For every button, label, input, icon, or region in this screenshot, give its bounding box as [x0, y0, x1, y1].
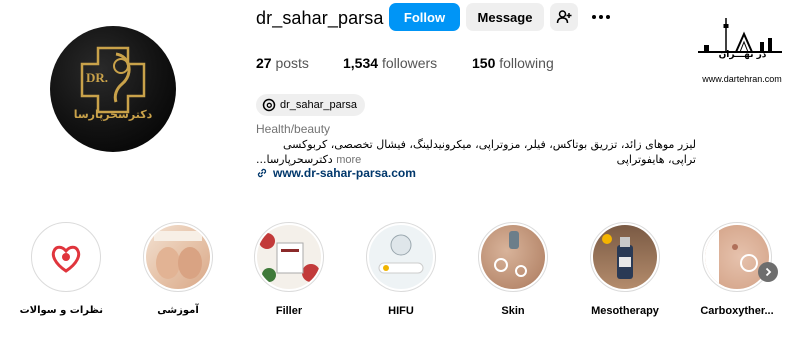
following-label: following [499, 55, 554, 71]
posts-label: posts [275, 55, 309, 71]
highlight-label: آموزشی [157, 305, 199, 316]
avatar-logo-icon [80, 46, 146, 114]
threads-handle: dr_sahar_parsa [280, 99, 358, 111]
followers-count: 1,534 [343, 55, 379, 71]
watermark-caption: در تهـــران [718, 50, 767, 60]
heart-icon [51, 245, 81, 273]
posts-stat: 27 posts [256, 55, 309, 71]
highlight-item[interactable]: Mesotherapy [588, 222, 662, 317]
highlight-cover [31, 222, 101, 292]
profile-avatar[interactable]: DR. دکترسحرپارسا [50, 26, 176, 152]
highlight-label: Carboxyther... [700, 305, 774, 317]
highlight-cover [590, 222, 660, 292]
avatar-monogram: DR. [86, 70, 109, 85]
following-stat[interactable]: 150 following [472, 55, 554, 71]
following-count: 150 [472, 55, 496, 71]
bio-line2: ...دکترسحرپارسا [256, 153, 333, 166]
message-button[interactable]: Message [466, 3, 544, 31]
face-photo-icon [154, 231, 202, 279]
followers-label: followers [381, 55, 438, 71]
highlights-next-button[interactable] [758, 262, 778, 282]
highlight-cover [366, 222, 436, 292]
avatar-caption: دکترسحرپارسا [73, 108, 153, 121]
highlight-cover [143, 222, 213, 292]
highlight-cover [478, 222, 548, 292]
more-icon [591, 15, 612, 19]
highlight-label: Skin [501, 305, 525, 317]
more-options-button[interactable] [588, 8, 614, 26]
highlight-item[interactable]: آموزشی [141, 222, 215, 316]
highlight-cover [702, 222, 772, 292]
watermark-url: www.dartehran.com [702, 74, 782, 84]
followers-stat[interactable]: 1,534 followers [343, 55, 437, 71]
profile-category: Health/beauty [256, 122, 331, 136]
threads-badge[interactable]: dr_sahar_parsa [256, 94, 366, 116]
posts-count: 27 [256, 55, 272, 71]
highlight-label: HIFU [388, 305, 414, 317]
chevron-right-icon [765, 267, 772, 277]
vial-photo-icon [602, 234, 633, 279]
highlight-label: نظرات و سوالات [19, 305, 103, 316]
website-url: www.dr-sahar-parsa.com [273, 166, 416, 180]
bio-more-link[interactable]: more [336, 154, 361, 166]
add-user-icon [556, 10, 572, 24]
highlight-item[interactable]: نظرات و سوالات [19, 222, 103, 316]
product-box-icon [259, 233, 320, 282]
highlight-label: Filler [275, 305, 303, 317]
profile-username: dr_sahar_parsa [256, 8, 384, 28]
highlight-item[interactable]: HIFU [364, 222, 438, 317]
highlight-cover [254, 222, 324, 292]
suggest-accounts-button[interactable] [550, 3, 578, 31]
tehran-skyline-icon [698, 18, 782, 53]
link-icon [256, 167, 268, 179]
treatment-photo-icon [705, 225, 758, 289]
highlight-item[interactable]: Filler [252, 222, 326, 317]
skin-photo-icon [494, 231, 527, 277]
follow-button[interactable]: Follow [389, 3, 460, 31]
highlight-item[interactable]: Skin [476, 222, 550, 317]
device-photo-icon [378, 234, 424, 274]
highlight-label: Mesotherapy [591, 305, 659, 317]
threads-icon [262, 98, 276, 112]
website-link[interactable]: www.dr-sahar-parsa.com [256, 166, 416, 180]
